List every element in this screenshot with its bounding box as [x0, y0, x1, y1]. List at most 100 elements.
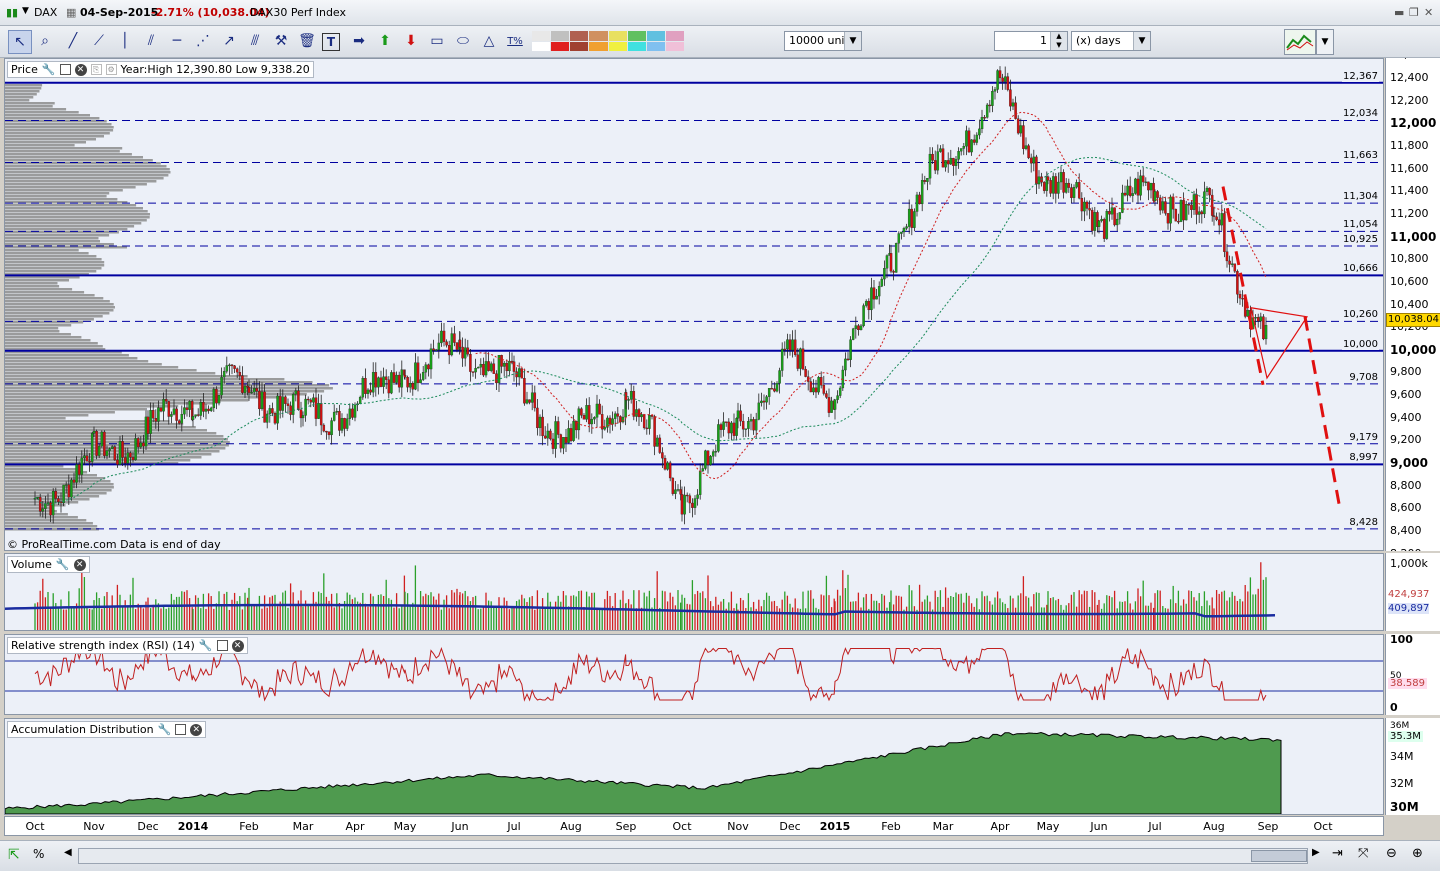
- buy-arrow-icon[interactable]: ⬆: [374, 30, 396, 52]
- parallel-tool-icon[interactable]: ⫻: [244, 30, 266, 52]
- date-axis[interactable]: Oct Nov Dec 2014 Feb Mar Apr May Jun Jul Aug Sep Oct…: [4, 816, 1384, 836]
- channel-tool-icon[interactable]: ⫽: [140, 30, 162, 52]
- period-input[interactable]: 1 ▲ ▼: [994, 31, 1068, 51]
- indicator-chart-icon[interactable]: [1284, 29, 1316, 55]
- wrench-icon[interactable]: 🔧: [158, 722, 172, 737]
- candle-body: [121, 441, 124, 458]
- window-icon[interactable]: [216, 640, 228, 651]
- fan-tool-icon[interactable]: ⋰: [192, 30, 214, 52]
- volume-profile-bar: [5, 315, 103, 318]
- trash-icon[interactable]: 🗑: [296, 30, 318, 52]
- vertical-line-tool-icon[interactable]: │: [114, 30, 136, 52]
- candle-body: [872, 287, 876, 300]
- wrench-icon[interactable]: 🔧: [199, 638, 213, 653]
- price-axis[interactable]: 12,600 12,400 12,200 12,000 11,800 11,600 11,4…: [1385, 58, 1440, 551]
- candle-body: [340, 418, 344, 431]
- restore-icon[interactable]: ❐: [1409, 6, 1419, 19]
- copy-icon[interactable]: ⎘: [90, 64, 102, 75]
- scroll-track[interactable]: [78, 848, 1308, 864]
- candle-body: [384, 376, 388, 380]
- close-circle-icon[interactable]: ✕: [74, 63, 87, 76]
- right-arrow-tool-icon[interactable]: ➡: [348, 30, 370, 52]
- volume-profile-bar: [5, 207, 143, 210]
- symbol-dropdown-icon[interactable]: ▼: [22, 6, 29, 16]
- candle-body: [1054, 176, 1058, 194]
- candle-body: [255, 388, 259, 392]
- fibonacci-tool-icon[interactable]: T%: [504, 30, 526, 52]
- close-icon[interactable]: ✕: [1424, 6, 1433, 19]
- chevron-down-icon[interactable]: ▼: [1133, 32, 1150, 50]
- rsi-pane[interactable]: Relative strength index (RSI) (14) 🔧 ✕: [4, 634, 1384, 715]
- rectangle-tool-icon[interactable]: ▭: [426, 30, 448, 52]
- text-tool-icon[interactable]: T: [322, 33, 340, 51]
- scroll-end-icon[interactable]: ⇥: [1332, 846, 1343, 861]
- close-circle-icon[interactable]: ✕: [231, 639, 244, 652]
- volume-profile-bar: [5, 87, 42, 90]
- period-unit-select[interactable]: (x) days ▼: [1071, 31, 1151, 51]
- units-select[interactable]: 10000 units ▼: [784, 31, 862, 51]
- wrench-icon[interactable]: 🔧: [56, 557, 70, 572]
- settings-icon[interactable]: ⚙: [105, 64, 117, 75]
- candle-body: [788, 339, 792, 351]
- trendline-tool-icon[interactable]: ╱: [62, 30, 84, 52]
- horizontal-line-tool-icon[interactable]: ─: [166, 30, 188, 52]
- candle-body: [440, 330, 443, 344]
- candle-body: [616, 413, 620, 417]
- chevron-down-icon[interactable]: ▼: [844, 32, 861, 50]
- ellipse-tool-icon[interactable]: ⬭: [452, 30, 474, 52]
- volume-profile-bar: [5, 150, 120, 153]
- candle-body: [406, 377, 409, 388]
- chevron-down-icon[interactable]: ▼: [1316, 29, 1334, 55]
- candle-body: [199, 402, 203, 416]
- window-icon[interactable]: [59, 64, 71, 75]
- pointer-tool-icon[interactable]: ↖: [8, 30, 32, 54]
- scroll-right-icon[interactable]: ▶: [1312, 847, 1320, 858]
- minimize-icon[interactable]: ▬: [1394, 6, 1404, 19]
- candle-body: [920, 180, 924, 205]
- close-circle-icon[interactable]: ✕: [73, 558, 86, 571]
- candle-body: [479, 363, 483, 368]
- volume-profile-bar: [5, 237, 99, 240]
- zoom-out-icon[interactable]: ⊖: [1386, 846, 1397, 861]
- candle-body: [458, 339, 462, 348]
- date-axis-label: Sep: [615, 820, 637, 833]
- arrows-icon[interactable]: ⇱: [8, 847, 20, 863]
- volume-profile-bar: [5, 192, 110, 195]
- candle-body: [228, 364, 231, 367]
- candle-body: [1200, 211, 1204, 215]
- stepper-icon[interactable]: ▲ ▼: [1050, 32, 1067, 50]
- candle-body: [928, 153, 932, 179]
- volume-profile-bar: [5, 306, 115, 309]
- ray-tool-icon[interactable]: ⟋: [88, 30, 110, 52]
- color-palette[interactable]: [532, 31, 684, 51]
- zoom-in-icon[interactable]: ⊕: [1412, 846, 1423, 861]
- volume-profile-bar: [5, 327, 59, 330]
- volume-pane[interactable]: Volume 🔧 ✕: [4, 553, 1384, 631]
- candle-body: [1118, 212, 1122, 220]
- scroll-thumb[interactable]: [1251, 850, 1307, 862]
- arrow-tool-icon[interactable]: ↗: [218, 30, 240, 52]
- price-pane[interactable]: Price 🔧 ✕ ⎘ ⚙ Year:High 12,390.80 Low 9,…: [4, 58, 1384, 551]
- close-circle-icon[interactable]: ✕: [190, 723, 203, 736]
- zoom-tool-icon[interactable]: ⌕: [34, 30, 56, 52]
- calendar-icon[interactable]: ▦: [66, 6, 76, 19]
- ad-pane[interactable]: Accumulation Distribution 🔧 ✕: [4, 718, 1384, 815]
- symbol-label[interactable]: DAX: [34, 6, 57, 19]
- candle-body: [1027, 145, 1030, 159]
- sell-arrow-icon[interactable]: ⬇: [400, 30, 422, 52]
- window-icon[interactable]: [175, 724, 187, 735]
- expand-icon[interactable]: ⤧: [1358, 846, 1368, 861]
- candle-body: [437, 342, 441, 350]
- wrench-icon[interactable]: 🔧: [42, 62, 56, 77]
- scroll-left-icon[interactable]: ◀: [64, 847, 72, 858]
- triangle-tool-icon[interactable]: △: [478, 30, 500, 52]
- candle-body: [680, 494, 684, 515]
- percent-icon[interactable]: %: [33, 847, 44, 861]
- volume-profile-bar: [5, 522, 93, 525]
- candle-body: [250, 392, 253, 394]
- level-label: 11,054: [1342, 219, 1379, 231]
- date-axis-label: Oct: [1313, 820, 1333, 833]
- volume-profile-bar: [5, 480, 111, 483]
- volume-profile-bar: [5, 279, 69, 282]
- hammer-tool-icon[interactable]: ⚒: [270, 30, 292, 52]
